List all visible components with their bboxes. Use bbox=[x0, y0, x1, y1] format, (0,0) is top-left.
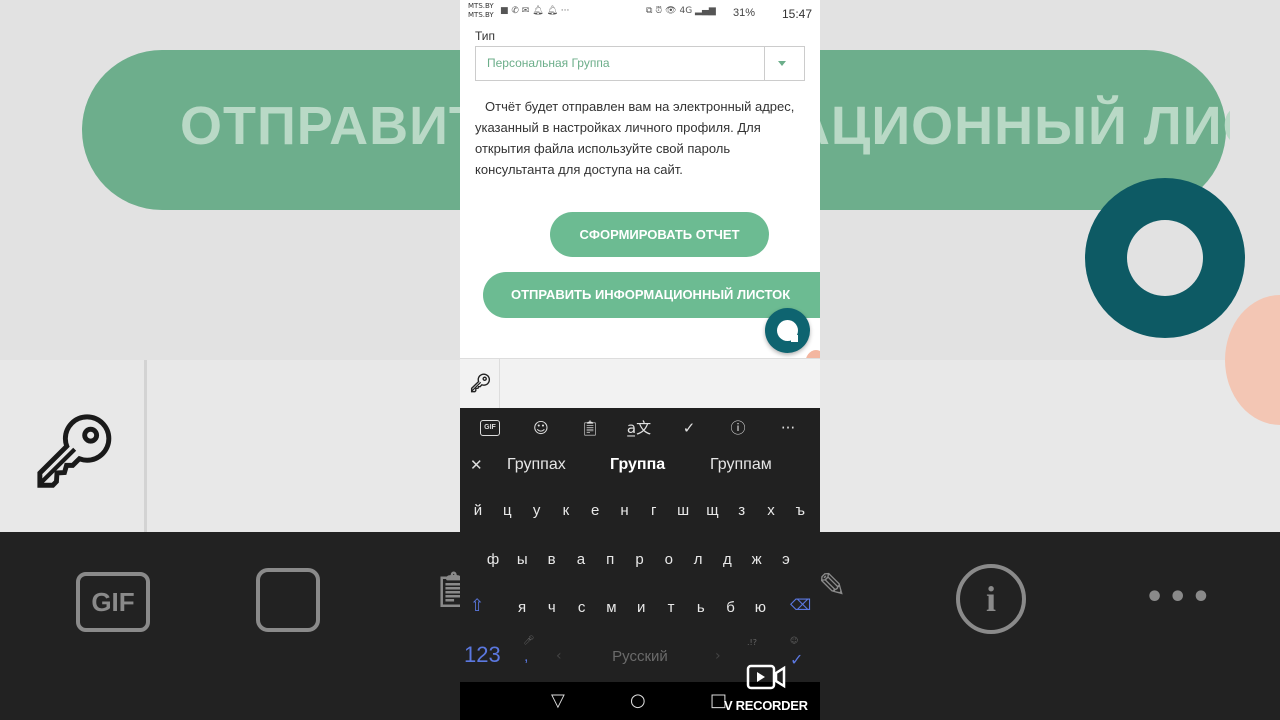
key-row2-1[interactable]: ы bbox=[507, 551, 537, 568]
key-row3-2[interactable]: с bbox=[567, 599, 597, 616]
key-row2-8[interactable]: д bbox=[712, 551, 742, 568]
phone-screen: MTS.BY MTS.BY ■ ✆ ✉ 🔔︎ 🔔︎ ··· ⧉ ⏰︎ 👁︎ 4G… bbox=[460, 0, 820, 720]
key-row2-2[interactable]: в bbox=[537, 551, 567, 568]
key-row3-1[interactable]: ч bbox=[537, 599, 567, 616]
punctuation-hint: .!? bbox=[747, 638, 757, 647]
video-recorder-icon bbox=[746, 664, 786, 690]
carrier-line-2: MTS.BY bbox=[468, 11, 494, 19]
key-row1-4[interactable]: е bbox=[580, 502, 610, 519]
key-row1-5[interactable]: н bbox=[610, 502, 640, 519]
shift-icon[interactable]: ⇧ bbox=[470, 596, 484, 616]
keyboard: GIF ☺ 📋︎ a̲文 ✓ ⓘ ··· ✕ Группах Группа Гр… bbox=[460, 408, 820, 682]
bg-gif-icon: GIF bbox=[76, 572, 150, 632]
notification-icons: ■ ✆ ✉ 🔔︎ 🔔︎ ··· bbox=[500, 6, 570, 16]
type-label: Тип bbox=[475, 29, 496, 43]
system-icons: ⧉ ⏰︎ 👁︎ 4G ▂▄▆ bbox=[646, 6, 716, 16]
network-type: 4G bbox=[679, 6, 693, 16]
key-row1-10[interactable]: х bbox=[756, 502, 786, 519]
handwriting-icon[interactable]: ✓ bbox=[674, 416, 704, 440]
emoji-hint-icon: ☺ bbox=[790, 636, 799, 645]
key-row2-4[interactable]: п bbox=[595, 551, 625, 568]
comma-key[interactable]: , bbox=[524, 648, 528, 666]
v-recorder-watermark: V RECORDER bbox=[724, 698, 808, 713]
collapse-suggestions-icon[interactable]: ✕ bbox=[470, 456, 483, 474]
suggestion-left[interactable]: Группах bbox=[507, 456, 566, 474]
key-row3-6[interactable]: ь bbox=[686, 599, 716, 616]
home-icon[interactable]: ○ bbox=[630, 690, 646, 711]
password-autofill-bar: 🔑︎ bbox=[460, 358, 820, 409]
chat-bubble-tail bbox=[791, 335, 798, 342]
type-select-value: Персональная Группа bbox=[487, 56, 610, 70]
more-icon[interactable]: ··· bbox=[773, 416, 803, 440]
key-row1-7[interactable]: ш bbox=[668, 502, 698, 519]
key-row3-0[interactable]: я bbox=[507, 599, 537, 616]
numbers-key[interactable]: 123 bbox=[464, 642, 501, 668]
sticker-icon[interactable]: ☺ bbox=[526, 416, 556, 440]
bg-info-icon: i bbox=[956, 564, 1026, 634]
key-row1-11[interactable]: ъ bbox=[785, 502, 815, 519]
key-row1-9[interactable]: з bbox=[727, 502, 757, 519]
bg-chat-bubble-icon bbox=[1085, 178, 1245, 338]
key-row2-9[interactable]: ж bbox=[742, 551, 772, 568]
type-select[interactable]: Персональная Группа bbox=[475, 46, 805, 81]
key-row1-2[interactable]: у bbox=[522, 502, 552, 519]
key-row2-5[interactable]: р bbox=[625, 551, 655, 568]
clipboard-icon[interactable]: 📋︎ bbox=[575, 416, 605, 440]
enter-check-icon[interactable]: ✓ bbox=[790, 650, 803, 669]
carrier-line-1: MTS.BY bbox=[468, 2, 494, 10]
key-row1-8[interactable]: щ bbox=[697, 502, 727, 519]
clock: 15:47 bbox=[782, 7, 813, 21]
backspace-icon[interactable]: ⌫ bbox=[790, 596, 811, 614]
key-row2-7[interactable]: л bbox=[683, 551, 713, 568]
bg-sticker-icon bbox=[256, 568, 320, 632]
select-divider bbox=[764, 47, 765, 80]
bg-divider bbox=[144, 360, 147, 532]
mic-icon: 🎤︎ bbox=[523, 636, 535, 646]
key-icon[interactable]: 🔑︎ bbox=[469, 373, 492, 394]
info-icon[interactable]: ⓘ bbox=[723, 416, 753, 440]
key-row2-0[interactable]: ф bbox=[478, 551, 508, 568]
suggestion-main[interactable]: Группа bbox=[610, 456, 665, 474]
key-row2-10[interactable]: э bbox=[771, 551, 801, 568]
chevron-down-icon[interactable] bbox=[778, 61, 786, 66]
key-row3-5[interactable]: т bbox=[656, 599, 686, 616]
key-row2-3[interactable]: а bbox=[566, 551, 596, 568]
key-row3-4[interactable]: и bbox=[626, 599, 656, 616]
send-info-sheet-button[interactable]: ОТПРАВИТЬ ИНФОРМАЦИОННЫЙ ЛИСТОК bbox=[483, 272, 820, 318]
back-icon[interactable]: ▽ bbox=[551, 690, 565, 711]
key-row3-7[interactable]: б bbox=[716, 599, 746, 616]
cursor-right-icon: › bbox=[715, 648, 721, 664]
gif-icon[interactable]: GIF bbox=[480, 420, 500, 436]
bg-pen-icon: ✎ bbox=[818, 566, 847, 606]
status-bar: MTS.BY MTS.BY ■ ✆ ✉ 🔔︎ 🔔︎ ··· ⧉ ⏰︎ 👁︎ 4G… bbox=[460, 0, 820, 26]
suggestion-right[interactable]: Группам bbox=[710, 456, 772, 474]
key-row1-3[interactable]: к bbox=[551, 502, 581, 519]
generate-report-button[interactable]: СФОРМИРОВАТЬ ОТЧЕТ bbox=[550, 212, 769, 257]
autofill-divider bbox=[499, 359, 500, 409]
key-row1-0[interactable]: й bbox=[463, 502, 493, 519]
battery-level: 31% bbox=[733, 7, 756, 19]
key-row2-6[interactable]: о bbox=[654, 551, 684, 568]
chat-bubble-icon[interactable] bbox=[765, 308, 810, 353]
key-row1-6[interactable]: г bbox=[639, 502, 669, 519]
translate-icon[interactable]: a̲文 bbox=[624, 416, 654, 440]
key-row1-1[interactable]: ц bbox=[492, 502, 522, 519]
bg-key-icon: 🔑︎ bbox=[30, 410, 119, 492]
key-row3-8[interactable]: ю bbox=[745, 599, 775, 616]
report-note: Отчёт будет отправлен вам на электронный… bbox=[475, 99, 795, 177]
carrier-label: MTS.BY MTS.BY bbox=[468, 2, 494, 20]
key-row3-3[interactable]: м bbox=[596, 599, 626, 616]
bg-more-icon: ••• bbox=[1145, 580, 1215, 615]
space-key[interactable]: Русский bbox=[560, 648, 720, 665]
